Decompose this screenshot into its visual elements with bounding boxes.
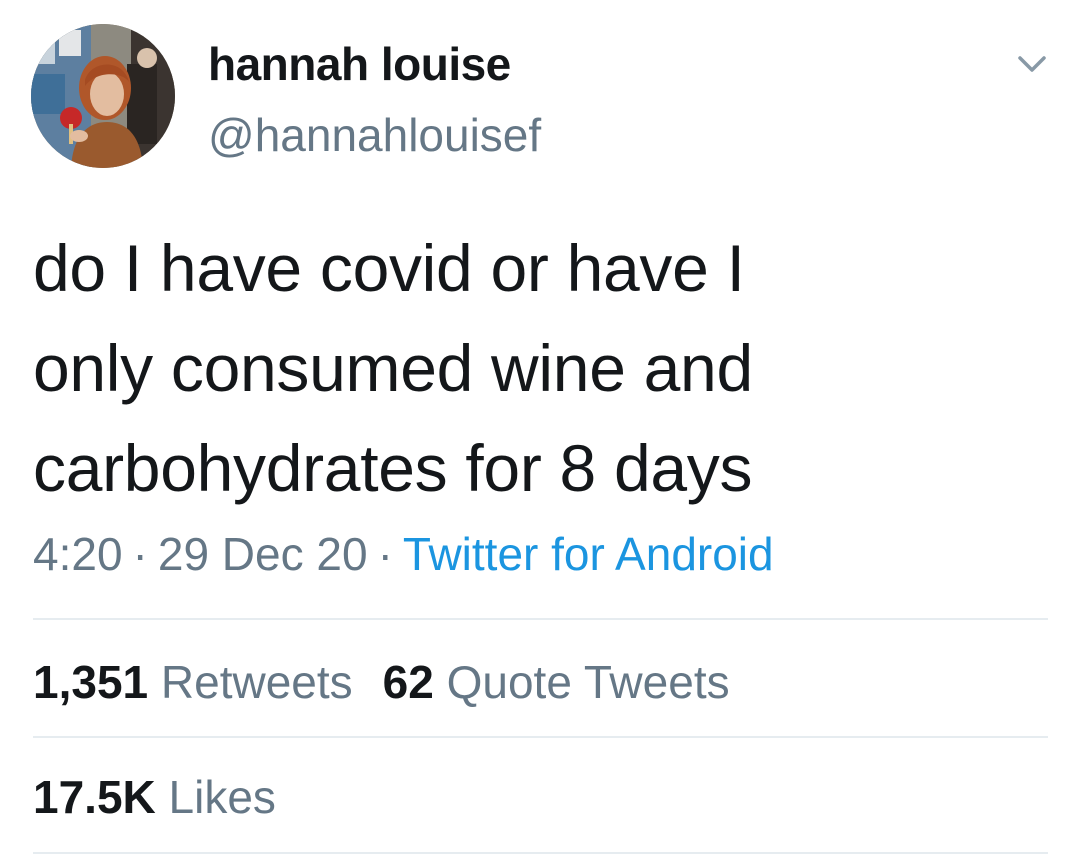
meta-separator: ·	[132, 528, 148, 580]
likes-label: Likes	[168, 771, 276, 823]
author-name[interactable]: hannah louise	[208, 36, 511, 92]
retweets-label: Retweets	[160, 656, 353, 708]
tweet-source-link[interactable]: Twitter for Android	[403, 528, 774, 580]
tweet-card: hannah louise @hannahlouisef do I have c…	[0, 0, 1080, 862]
divider	[33, 852, 1048, 854]
likes-stat[interactable]: 17.5K Likes	[33, 771, 276, 823]
quote-tweets-count: 62	[382, 656, 434, 708]
avatar[interactable]	[31, 24, 175, 168]
quote-tweets-label: Quote Tweets	[446, 656, 730, 708]
tweet-time[interactable]: 4:20	[33, 528, 123, 580]
divider	[33, 736, 1048, 738]
likes-count: 17.5K	[33, 771, 156, 823]
tweet-meta: 4:20 · 29 Dec 20 · Twitter for Android	[33, 526, 774, 582]
meta-separator: ·	[377, 528, 393, 580]
engagement-stats: 1,351 Retweets 62 Quote Tweets	[33, 654, 760, 710]
avatar-image	[31, 24, 175, 168]
tweet-date[interactable]: 29 Dec 20	[158, 528, 368, 580]
divider	[33, 618, 1048, 620]
author-handle[interactable]: @hannahlouisef	[208, 107, 541, 163]
retweets-stat[interactable]: 1,351 Retweets	[33, 656, 353, 708]
quote-tweets-stat[interactable]: 62 Quote Tweets	[383, 656, 730, 708]
likes-stats: 17.5K Likes	[33, 769, 306, 825]
chevron-down-icon[interactable]	[1012, 50, 1052, 78]
tweet-text: do I have covid or have I only consumed …	[33, 231, 753, 505]
retweets-count: 1,351	[33, 656, 149, 708]
